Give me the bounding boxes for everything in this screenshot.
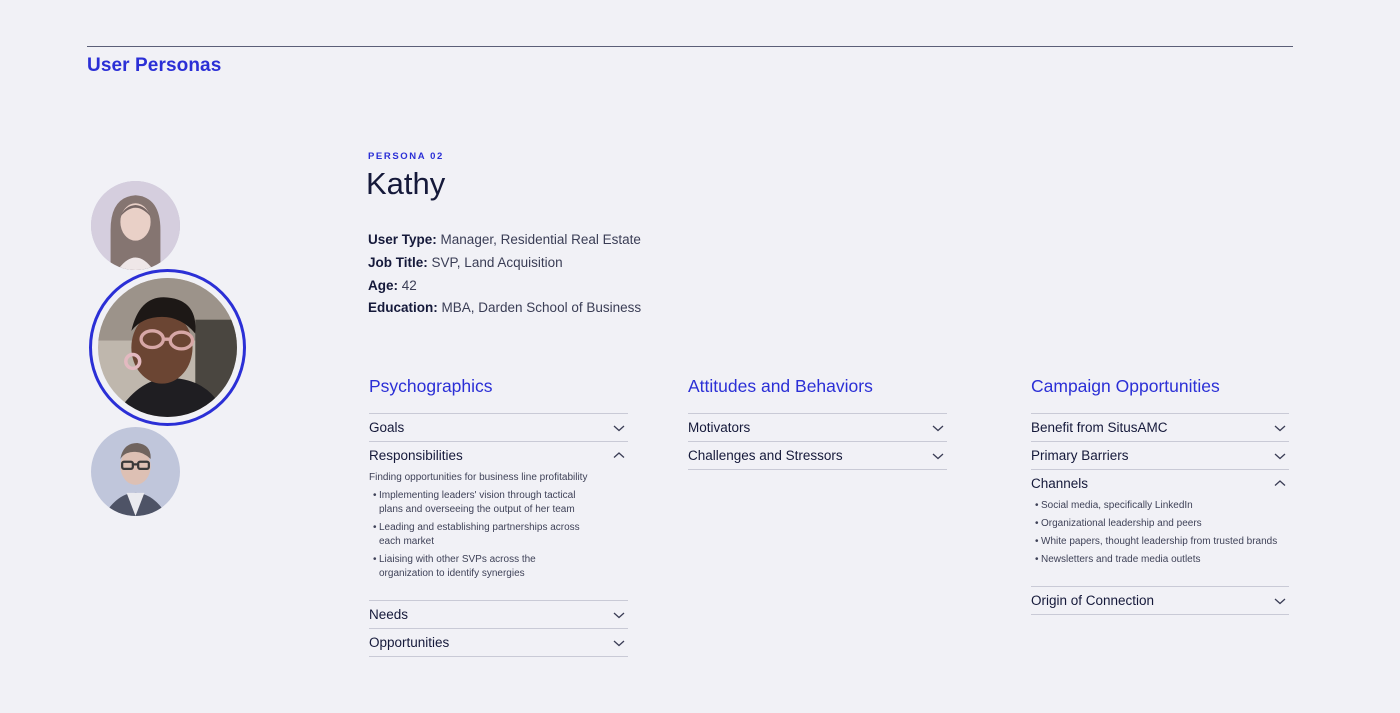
detail-value: MBA, Darden School of Business	[441, 300, 642, 316]
accordion-header[interactable]: Opportunities	[369, 629, 628, 656]
accordion-opportunities: Opportunities	[369, 628, 628, 657]
attitudes-section: Attitudes and Behaviors Motivators Chall…	[688, 374, 947, 470]
accordion-title: Challenges and Stressors	[688, 448, 843, 463]
accordion-title: Responsibilities	[369, 448, 463, 463]
detail-education: Education: MBA, Darden School of Busines…	[368, 297, 641, 320]
section-heading: Attitudes and Behaviors	[688, 376, 873, 396]
chevron-down-icon	[612, 421, 626, 435]
accordion-header[interactable]: Needs	[369, 601, 628, 628]
chevron-down-icon	[1273, 449, 1287, 463]
chevron-down-icon	[612, 636, 626, 650]
accordion-header[interactable]: Channels	[1031, 470, 1289, 497]
accordion-header[interactable]: Challenges and Stressors	[688, 442, 947, 469]
chevron-down-icon	[1273, 594, 1287, 608]
persona-01-avatar[interactable]	[91, 181, 180, 270]
accordion-title: Goals	[369, 420, 405, 435]
detail-job-title: Job Title: SVP, Land Acquisition	[368, 252, 641, 275]
accordion-header[interactable]: Motivators	[688, 414, 947, 441]
accordion-header[interactable]: Responsibilities	[369, 442, 628, 469]
accordion-goals: Goals	[369, 413, 628, 441]
content-list: Implementing leaders' vision through tac…	[369, 489, 628, 581]
accordion-origin: Origin of Connection	[1031, 586, 1289, 615]
chevron-down-icon	[931, 421, 945, 435]
persona-name: Kathy	[366, 166, 446, 201]
accordion-title: Origin of Connection	[1031, 593, 1155, 608]
accordion-motivators: Motivators	[688, 413, 947, 441]
accordion-header[interactable]: Goals	[369, 414, 628, 441]
detail-label: User Type:	[368, 232, 437, 247]
persona-02-avatar[interactable]	[98, 278, 237, 417]
chevron-down-icon	[612, 608, 626, 622]
accordion-benefit: Benefit from SitusAMC	[1031, 413, 1289, 441]
page-title: User Personas	[87, 55, 222, 76]
list-item: White papers, thought leadership from tr…	[1035, 535, 1285, 549]
list-item: Newsletters and trade media outlets	[1035, 553, 1285, 567]
list-item: Leading and establishing partnerships ac…	[373, 521, 591, 549]
accordion-header[interactable]: Benefit from SitusAMC	[1031, 414, 1289, 441]
chevron-up-icon	[1273, 477, 1287, 491]
psychographics-section: Psychographics Goals Responsibilities Fi…	[369, 374, 628, 657]
accordion-challenges: Challenges and Stressors	[688, 441, 947, 470]
detail-user-type: User Type: Manager, Residential Real Est…	[368, 229, 641, 252]
list-item: Social media, specifically LinkedIn	[1035, 499, 1285, 513]
detail-label: Education:	[368, 300, 438, 316]
chevron-down-icon	[931, 449, 945, 463]
list-item: Liaising with other SVPs across the orga…	[373, 553, 591, 581]
detail-label: Age:	[368, 277, 398, 293]
persona-details: User Type: Manager, Residential Real Est…	[368, 229, 641, 320]
accordion-title: Primary Barriers	[1031, 448, 1129, 463]
detail-value: SVP, Land Acquisition	[431, 254, 563, 270]
accordion-header[interactable]: Primary Barriers	[1031, 442, 1289, 469]
detail-label: Job Title:	[368, 254, 428, 270]
section-heading: Campaign Opportunities	[1031, 376, 1220, 396]
accordion-content: Finding opportunities for business line …	[369, 469, 628, 600]
detail-value: Manager, Residential Real Estate	[440, 232, 641, 247]
accordion-title: Opportunities	[369, 635, 450, 650]
content-list: Social media, specifically LinkedIn Orga…	[1031, 499, 1289, 567]
list-item: Organizational leadership and peers	[1035, 517, 1285, 531]
chevron-down-icon	[1273, 421, 1287, 435]
accordion-title: Needs	[369, 607, 409, 622]
list-item: Implementing leaders' vision through tac…	[373, 489, 591, 517]
accordion-responsibilities: Responsibilities Finding opportunities f…	[369, 441, 628, 600]
persona-number: PERSONA 02	[368, 151, 444, 162]
accordion-needs: Needs	[369, 600, 628, 628]
accordion-channels: Channels Social media, specifically Link…	[1031, 469, 1289, 586]
content-lead: Finding opportunities for business line …	[369, 472, 588, 483]
accordion-title: Motivators	[688, 420, 751, 435]
accordion-title: Benefit from SitusAMC	[1031, 420, 1168, 435]
campaign-section: Campaign Opportunities Benefit from Situ…	[1031, 374, 1289, 615]
chevron-up-icon	[612, 449, 626, 463]
persona-03-avatar[interactable]	[91, 427, 180, 516]
accordion-content: Social media, specifically LinkedIn Orga…	[1031, 497, 1289, 586]
accordion-header[interactable]: Origin of Connection	[1031, 587, 1289, 614]
detail-value: 42	[401, 277, 417, 293]
detail-age: Age: 42	[368, 275, 641, 298]
header-divider	[87, 46, 1293, 47]
accordion-barriers: Primary Barriers	[1031, 441, 1289, 469]
section-heading: Psychographics	[369, 376, 493, 396]
accordion-title: Channels	[1031, 476, 1089, 491]
